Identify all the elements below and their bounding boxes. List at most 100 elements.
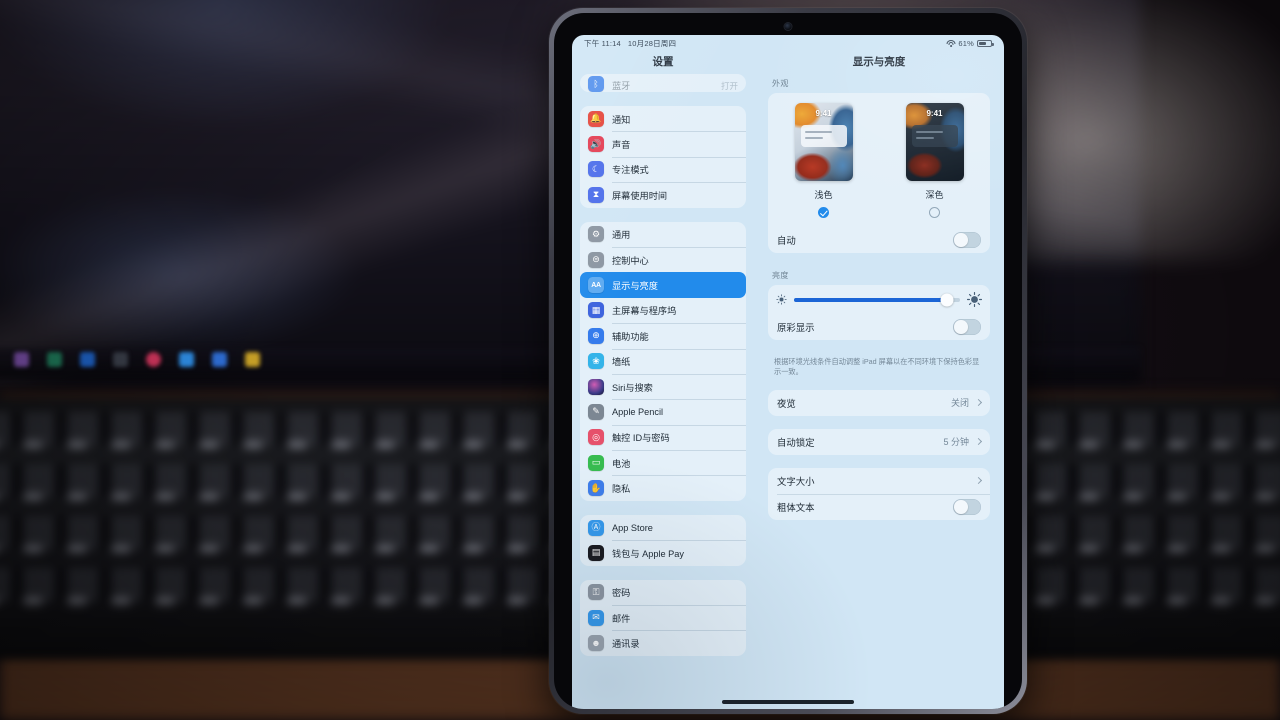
sidebar-item-bluetooth[interactable]: ᛒ 蓝牙 打开: [580, 74, 746, 92]
preview-time: 9:41: [926, 109, 943, 118]
sidebar-item-contacts[interactable]: ☻ 通讯录: [580, 630, 746, 655]
settings-content: ᛒ 蓝牙 打开 🔔 通知 🔊 声音 ☾ 专注模式 ⧗ 屏幕使用时间 ⚙ 通用 ⊜…: [572, 74, 1004, 709]
dark-mode-preview: 9:41: [905, 103, 964, 181]
brightness-fill: [794, 297, 947, 302]
appearance-option-dark[interactable]: 9:41 深色: [893, 103, 977, 218]
moon-icon: ☾: [588, 161, 604, 178]
appearance-label-light: 浅色: [814, 190, 833, 200]
night-shift-row[interactable]: 夜览 关闭: [768, 390, 990, 416]
tablet-device: 下午 11:14 10月28日周四 61% 设置 显示与亮度 ᛒ 蓝牙 打开 🔔…: [549, 8, 1027, 714]
sidebar-item-label: 邮件: [612, 613, 631, 624]
bold-text-toggle-slot: [953, 498, 981, 515]
true-tone-toggle[interactable]: [953, 319, 981, 335]
text-size-row[interactable]: 文字大小: [768, 468, 990, 494]
wifi-icon: [946, 40, 956, 47]
sidebar-item-label: Apple Pencil: [612, 406, 664, 417]
night-shift-value: 关闭: [950, 398, 969, 409]
appearance-card: 9:41 浅色 9:41 深色 自动: [768, 93, 990, 253]
bold-text-toggle[interactable]: [953, 498, 981, 515]
sidebar-item-label: 控制中心: [612, 255, 649, 266]
sidebar-item-touchid-passcode[interactable]: ◎ 触控 ID与密码: [580, 424, 746, 450]
dark-mode-radio[interactable]: [929, 207, 940, 218]
speaker-icon: 🔊: [588, 136, 604, 153]
fingerprint-icon: ◎: [588, 429, 604, 446]
light-mode-radio[interactable]: [818, 207, 829, 218]
device-bezel: 下午 11:14 10月28日周四 61% 设置 显示与亮度 ᛒ 蓝牙 打开 🔔…: [554, 13, 1022, 709]
gear-icon: ⚙: [588, 226, 604, 243]
appearance-label-dark: 深色: [925, 190, 944, 200]
appearance-auto-row[interactable]: 自动: [768, 227, 990, 253]
sidebar-item-label: 墙纸: [612, 357, 631, 368]
sidebar-item-display-brightness[interactable]: AA 显示与亮度: [580, 272, 746, 298]
home-indicator[interactable]: [722, 700, 854, 704]
sidebar-item-app-store[interactable]: Ⓐ App Store: [580, 515, 746, 540]
appearance-options: 9:41 浅色 9:41 深色: [768, 93, 990, 227]
sidebar-item-notifications[interactable]: 🔔 通知: [580, 106, 746, 131]
sidebar-item-screentime[interactable]: ⧗ 屏幕使用时间: [580, 182, 746, 207]
sidebar-item-focus[interactable]: ☾ 专注模式: [580, 156, 746, 182]
wallet-icon: ▤: [588, 544, 604, 561]
true-tone-label: 原彩显示: [777, 322, 815, 333]
sidebar-item-mail[interactable]: ✉ 邮件: [580, 605, 746, 630]
battery-percent-label: 61%: [958, 39, 974, 48]
auto-toggle-slot: [953, 232, 981, 248]
display-brightness-pane: 外观 9:41 浅色 9:41 深色 自动 亮度 原彩显示 根据环境光线条件自动…: [754, 74, 1004, 709]
sidebar-item-wallet-applepay[interactable]: ▤ 钱包与 Apple Pay: [580, 540, 746, 565]
auto-lock-value: 5 分钟: [943, 437, 969, 448]
page-title-display: 显示与亮度: [852, 56, 906, 68]
sidebar-item-privacy[interactable]: ✋ 隐私: [580, 475, 746, 500]
sidebar-item-label: 蓝牙: [612, 81, 631, 91]
hand-icon: ✋: [588, 480, 604, 497]
sidebar-item-accessibility[interactable]: ⊕ 辅助功能: [580, 323, 746, 348]
ipad-screen: 下午 11:14 10月28日周四 61% 设置 显示与亮度 ᛒ 蓝牙 打开 🔔…: [572, 35, 1004, 709]
sidebar-item-label: App Store: [612, 522, 653, 533]
sidebar-item-label: Siri与搜索: [612, 382, 653, 393]
appearance-option-light[interactable]: 9:41 浅色: [782, 103, 866, 218]
sidebar-item-controlcenter[interactable]: ⊜ 控制中心: [580, 246, 746, 272]
battery-green-icon: ▭: [588, 454, 604, 471]
key-icon: ⚿: [588, 584, 604, 601]
pencil-icon: ✎: [588, 403, 604, 420]
sidebar-item-general[interactable]: ⚙ 通用: [580, 222, 746, 247]
detail-title-area: 显示与亮度: [754, 52, 1004, 74]
sidebar-item-passwords[interactable]: ⚿ 密码: [580, 580, 746, 605]
text-size-chevron-slot: [974, 477, 983, 485]
sidebar-item-wallpaper[interactable]: ❀ 墙纸: [580, 348, 746, 374]
text-card: 文字大小 粗体文本: [768, 467, 990, 520]
night-shift-card: 夜览 关闭: [768, 389, 990, 416]
brightness-slider-row[interactable]: [768, 285, 990, 314]
true-tone-row[interactable]: 原彩显示: [768, 314, 990, 340]
settings-sidebar[interactable]: ᛒ 蓝牙 打开 🔔 通知 🔊 声音 ☾ 专注模式 ⧗ 屏幕使用时间 ⚙ 通用 ⊜…: [572, 74, 754, 709]
front-camera-icon: [784, 23, 792, 30]
sidebar-group-2: ⚙ 通用 ⊜ 控制中心 AA 显示与亮度 ▦ 主屏幕与程序坞 ⊕ 辅助功能 ❀ …: [580, 221, 746, 501]
auto-appearance-toggle[interactable]: [953, 232, 981, 248]
sidebar-item-value: 打开: [720, 81, 738, 91]
sidebar-item-sounds[interactable]: 🔊 声音: [580, 131, 746, 156]
sidebar-group-4: ⚿ 密码 ✉ 邮件 ☻ 通讯录: [580, 579, 746, 656]
bold-text-row[interactable]: 粗体文本: [768, 493, 990, 520]
sidebar-item-homescreen-dock[interactable]: ▦ 主屏幕与程序坞: [580, 298, 746, 323]
brightness-section-header: 亮度: [772, 271, 789, 280]
appstore-icon: Ⓐ: [588, 519, 604, 536]
grid-icon: ▦: [588, 302, 604, 319]
sidebar-item-battery[interactable]: ▭ 电池: [580, 450, 746, 475]
brightness-track[interactable]: [794, 293, 960, 306]
preview-time: 9:41: [815, 109, 832, 118]
aa-icon: AA: [588, 277, 604, 294]
sidebar-group-1: 🔔 通知 🔊 声音 ☾ 专注模式 ⧗ 屏幕使用时间: [580, 106, 746, 208]
brightness-knob[interactable]: [940, 293, 954, 306]
sidebar-item-siri-search[interactable]: Siri与搜索: [580, 373, 746, 399]
sidebar-item-label: 屏幕使用时间: [612, 190, 668, 201]
auto-lock-row[interactable]: 自动锁定 5 分钟: [768, 429, 990, 455]
sidebar-item-label: 通知: [612, 114, 631, 125]
chevron-right-icon: [974, 477, 983, 485]
sidebar-group-3: Ⓐ App Store ▤ 钱包与 Apple Pay: [580, 514, 746, 566]
brightness-card: 原彩显示: [768, 285, 990, 340]
flower-icon: ❀: [588, 353, 604, 370]
accessibility-icon: ⊕: [588, 327, 604, 344]
sidebar-item-label: 通用: [612, 230, 631, 241]
page-title-settings: 设置: [652, 56, 674, 68]
status-bar: 下午 11:14 10月28日周四 61%: [572, 35, 1004, 52]
sidebar-item-label: 电池: [612, 458, 631, 469]
sidebar-item-apple-pencil[interactable]: ✎ Apple Pencil: [580, 399, 746, 424]
